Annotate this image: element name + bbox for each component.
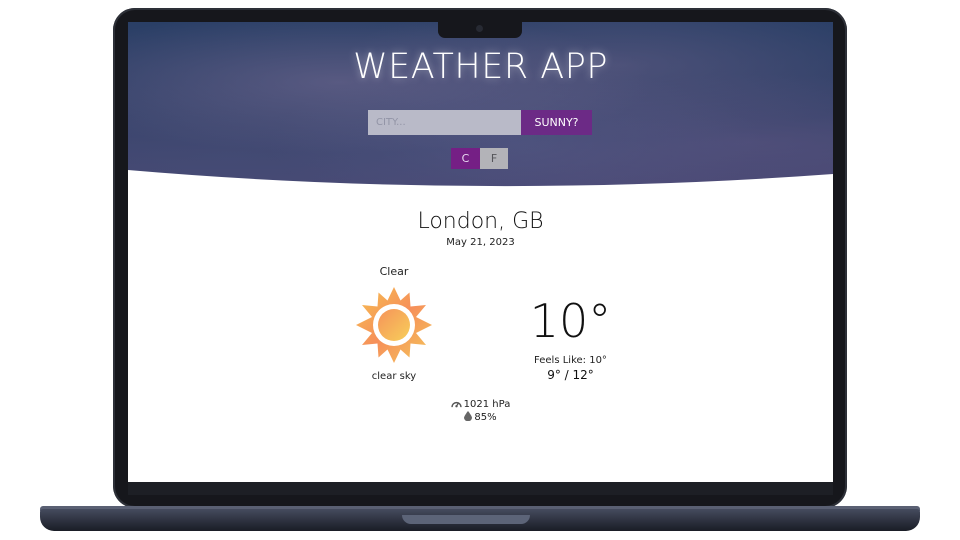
droplet-icon	[464, 411, 473, 422]
camera-icon	[476, 25, 483, 32]
humidity-stat: 85%	[428, 411, 533, 423]
humidity-value: 85%	[474, 412, 497, 423]
screen-bottom-bezel	[128, 482, 833, 495]
pressure-stat: 1021 hPa	[428, 399, 533, 410]
laptop-notch	[438, 22, 522, 38]
header-wave-divider	[128, 170, 833, 206]
weather-description: clear sky	[371, 371, 417, 382]
min-max-temperature: 9° / 12°	[547, 368, 594, 382]
search-button[interactable]: SUNNY?	[521, 110, 592, 135]
location-name: London, GB	[417, 209, 544, 234]
weather-date: May 21, 2023	[446, 237, 515, 248]
app-title: WEATHER APP	[353, 47, 608, 87]
laptop-hinge	[402, 515, 530, 524]
feels-like-temperature: Feels Like: 10°	[534, 355, 607, 366]
city-search-input[interactable]	[368, 110, 521, 135]
pressure-value: 1021 hPa	[463, 399, 511, 410]
sun-icon	[356, 287, 432, 363]
weather-condition: Clear	[379, 265, 409, 278]
browser-viewport: WEATHER APP SUNNY? C F London, GB May 21…	[128, 22, 833, 482]
current-temperature: 10°	[529, 294, 612, 348]
gauge-icon	[450, 401, 462, 408]
